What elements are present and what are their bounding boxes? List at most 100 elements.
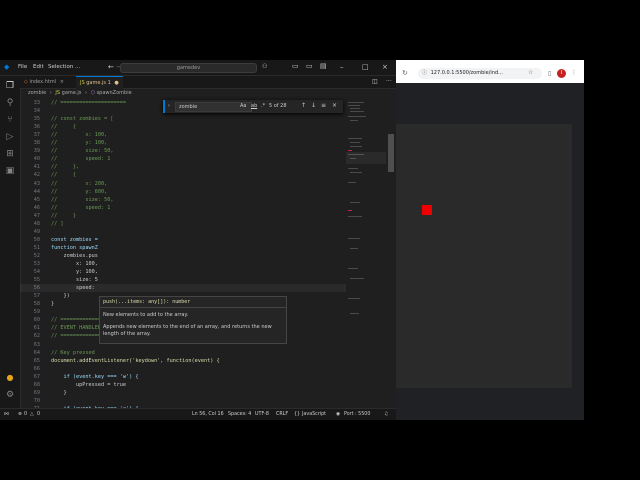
- breadcrumb: zombie › JS game.js › ⬡ spawnZombie: [20, 89, 396, 98]
- next-match-icon[interactable]: ↓: [311, 102, 316, 109]
- code-line[interactable]: zombies.pus: [51, 253, 97, 259]
- game-canvas[interactable]: [396, 124, 572, 388]
- address-bar[interactable]: ⓘ 127.0.0.1:5500/zombie/ind...: [418, 68, 542, 79]
- close-find-icon[interactable]: ×: [332, 102, 337, 109]
- line-number: 40: [33, 156, 40, 163]
- close-icon[interactable]: ×: [382, 63, 388, 71]
- error-count[interactable]: 0: [24, 409, 27, 420]
- code-line[interactable]: // speed: 1: [51, 205, 110, 211]
- back-arrow-icon[interactable]: ←: [108, 63, 114, 71]
- match-word-toggle[interactable]: ab: [251, 103, 257, 109]
- code-line[interactable]: // size: 50,: [51, 197, 113, 203]
- code-line[interactable]: // =====================: [51, 100, 126, 106]
- copilot-icon[interactable]: ⚇: [262, 63, 267, 70]
- url-text[interactable]: 127.0.0.1:5500/zombie/ind...: [431, 70, 503, 76]
- site-info-icon[interactable]: ⓘ: [422, 70, 427, 76]
- layout-panel-icon[interactable]: ▭: [306, 62, 313, 70]
- code-line[interactable]: upPressed = true: [51, 382, 126, 388]
- minimap-viewport[interactable]: [346, 152, 386, 164]
- menu-edit[interactable]: Edit: [33, 64, 44, 70]
- breadcrumb-folder[interactable]: zombie: [28, 90, 46, 96]
- remote-explorer-icon[interactable]: ▣: [5, 166, 15, 176]
- code-line[interactable]: if (event.key === 'w') {: [51, 374, 138, 380]
- code-line[interactable]: function spawnZ: [51, 245, 98, 251]
- menu-more[interactable]: ...: [75, 64, 80, 70]
- indentation[interactable]: Spaces: 4: [228, 409, 251, 420]
- unsaved-dot-icon[interactable]: ●: [114, 80, 118, 86]
- find-in-selection-icon[interactable]: ≡: [321, 102, 326, 109]
- breadcrumb-symbol[interactable]: spawnZombie: [97, 90, 132, 96]
- code-line[interactable]: document.addEventListener('keydown', fun…: [51, 358, 220, 364]
- code-line[interactable]: // speed: 1: [51, 156, 110, 162]
- notifications-bell-icon[interactable]: ♫: [384, 409, 388, 420]
- chevron-right-icon[interactable]: ›: [168, 103, 170, 109]
- code-line[interactable]: // y: 100,: [51, 140, 107, 146]
- reload-icon[interactable]: ↻: [402, 69, 408, 77]
- maximize-icon[interactable]: □: [362, 63, 369, 71]
- code-line[interactable]: x: 100,: [51, 261, 98, 267]
- code-line[interactable]: // ]: [51, 221, 64, 227]
- explorer-icon[interactable]: ❐: [5, 81, 15, 91]
- previous-match-icon[interactable]: ↑: [301, 102, 306, 109]
- more-actions-icon[interactable]: ···: [386, 78, 392, 85]
- code-line[interactable]: // }: [51, 213, 76, 219]
- code-line[interactable]: // const zombies = [: [51, 116, 113, 122]
- code-editor[interactable]: 33 // ===================== 34 35 // const z…: [20, 98, 346, 412]
- tab-modified-count: 1: [107, 80, 111, 86]
- match-case-toggle[interactable]: Aa: [240, 103, 246, 109]
- split-editor-icon[interactable]: ◫: [372, 78, 378, 85]
- error-icon[interactable]: ⊗: [18, 409, 22, 420]
- side-panel-icon[interactable]: ▯: [548, 70, 551, 77]
- breadcrumb-file[interactable]: game.js: [62, 90, 82, 96]
- extensions-icon[interactable]: ⊞: [5, 149, 15, 159]
- line-number: 64: [33, 349, 40, 356]
- code-line[interactable]: // EVENT HANDLERS: [51, 325, 104, 331]
- layout-customize-icon[interactable]: ▤: [320, 62, 327, 70]
- warning-count[interactable]: 0: [37, 409, 40, 420]
- code-line[interactable]: // y: 600,: [51, 189, 107, 195]
- minimize-icon[interactable]: –: [340, 63, 344, 71]
- run-debug-icon[interactable]: ▷: [5, 132, 15, 142]
- command-center[interactable]: gamedev: [120, 63, 257, 73]
- menu-selection[interactable]: Selection: [48, 64, 73, 70]
- tab-index-html[interactable]: ◇ index.html ×: [20, 76, 68, 88]
- account-icon[interactable]: ●: [5, 373, 15, 383]
- encoding[interactable]: UTF-8: [255, 409, 269, 420]
- code-line[interactable]: size: 5: [51, 277, 98, 283]
- code-line[interactable]: // {: [51, 124, 76, 130]
- source-control-icon[interactable]: ⑂: [5, 115, 15, 125]
- code-line[interactable]: // },: [51, 164, 79, 170]
- language-mode[interactable]: JavaScript: [302, 409, 326, 420]
- code-line[interactable]: // x: 100,: [51, 132, 107, 138]
- bookmark-star-icon[interactable]: ☆: [528, 69, 533, 76]
- scrollbar-thumb[interactable]: [388, 134, 394, 172]
- search-icon[interactable]: ⚲: [5, 98, 15, 108]
- code-line[interactable]: // Key pressed: [51, 350, 95, 356]
- editor-scrollbar[interactable]: [388, 98, 394, 408]
- code-line[interactable]: // {: [51, 172, 76, 178]
- zombie-square: [422, 205, 432, 215]
- warning-icon[interactable]: △: [30, 409, 34, 420]
- chrome-menu-icon[interactable]: ⋮: [571, 69, 577, 76]
- line-number: 66: [33, 365, 40, 372]
- live-server-port[interactable]: Port : 5500: [344, 409, 370, 420]
- code-line[interactable]: }: [51, 301, 54, 307]
- tab-close-icon[interactable]: ×: [60, 79, 64, 85]
- code-line[interactable]: // size: 50,: [51, 148, 113, 154]
- layout-sidebar-icon[interactable]: ▭: [292, 62, 299, 70]
- code-line[interactable]: y: 100,: [51, 269, 98, 275]
- settings-gear-icon[interactable]: ⚙: [5, 390, 15, 400]
- tab-game-js[interactable]: JS game.js 1 ●: [76, 76, 123, 89]
- cursor-position[interactable]: Ln 56, Col 16: [192, 409, 224, 420]
- regex-toggle[interactable]: .*: [261, 103, 265, 109]
- line-number: 59: [33, 309, 40, 316]
- profile-avatar[interactable]: I: [557, 69, 566, 78]
- code-line[interactable]: const zombies =: [51, 237, 98, 243]
- menu-file[interactable]: File: [18, 64, 27, 70]
- code-line[interactable]: // x: 200,: [51, 181, 107, 187]
- line-ending[interactable]: CRLF: [276, 409, 288, 420]
- code-line[interactable]: }: [51, 390, 66, 396]
- code-line[interactable]: }): [51, 293, 69, 299]
- remote-icon[interactable]: ⋈: [4, 409, 9, 420]
- minimap[interactable]: [346, 98, 386, 408]
